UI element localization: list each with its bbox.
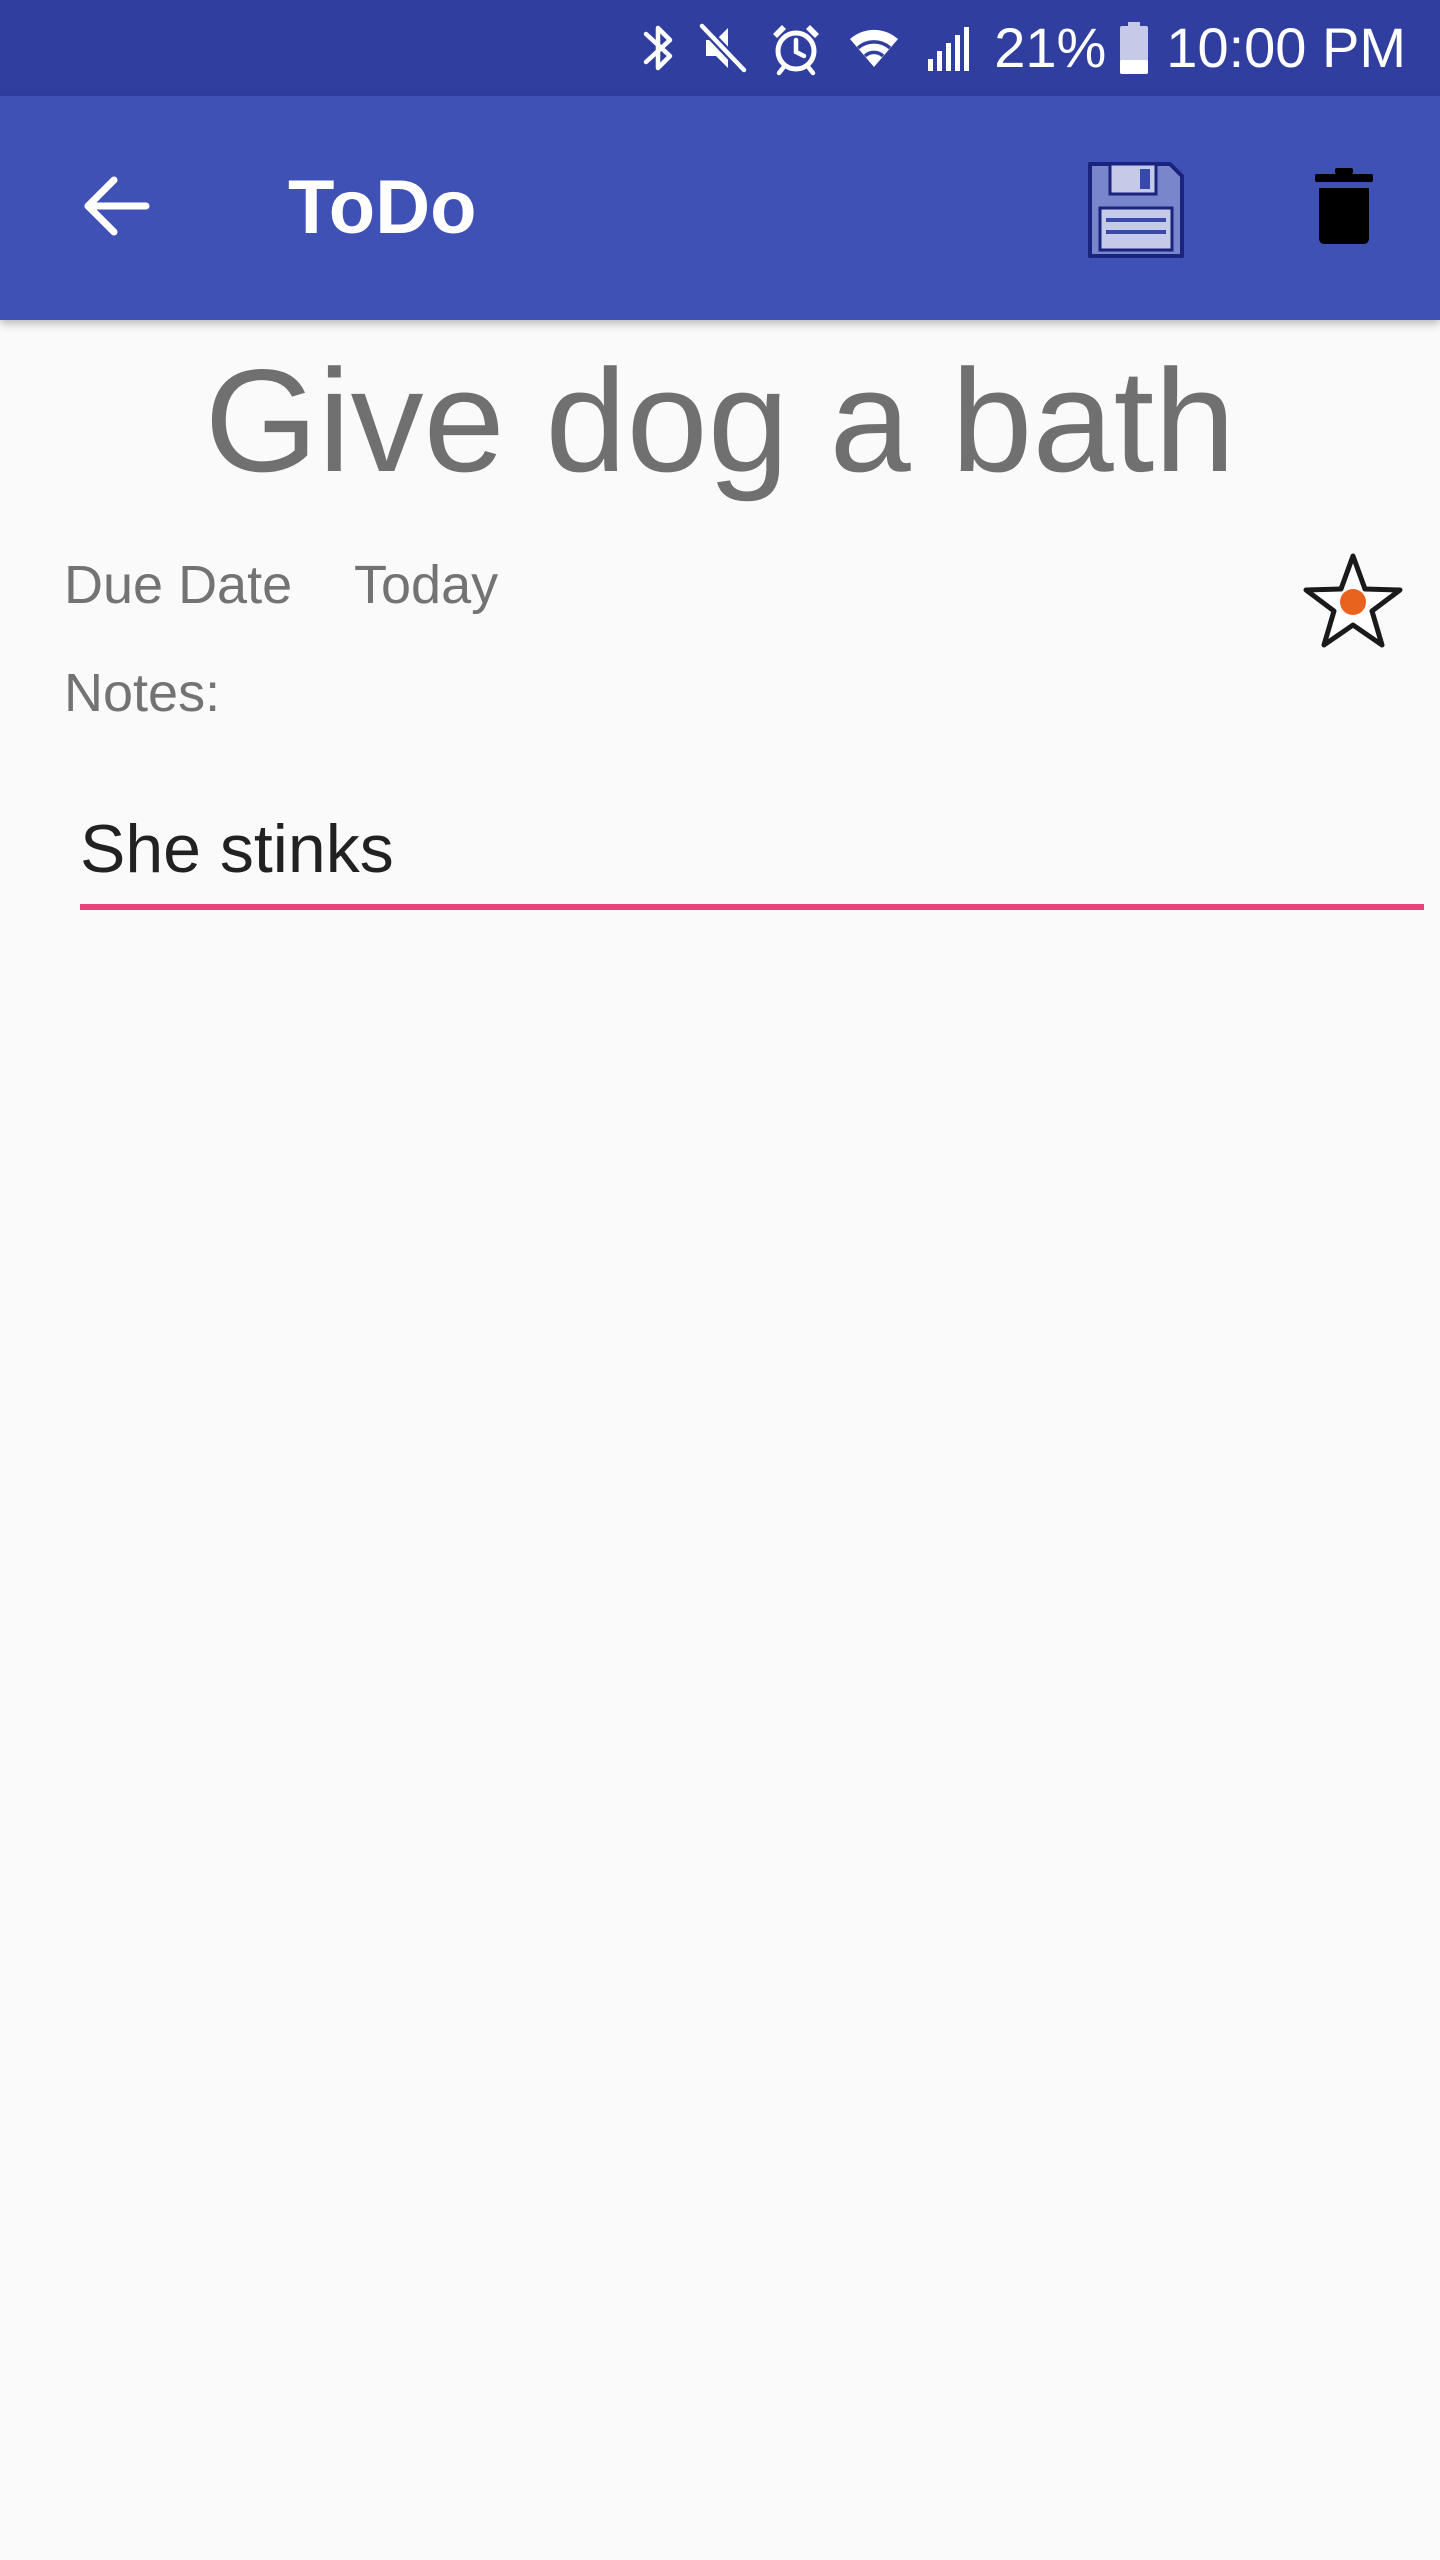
star-icon bbox=[1300, 553, 1406, 656]
alarm-icon bbox=[770, 20, 822, 76]
bluetooth-icon bbox=[642, 20, 676, 76]
battery-icon bbox=[1118, 20, 1150, 76]
battery-percent: 21% bbox=[994, 16, 1107, 79]
floppy-disk-icon bbox=[1086, 160, 1186, 264]
status-bar: 21% 10:00 PM bbox=[0, 0, 1440, 96]
priority-star-toggle[interactable] bbox=[1300, 550, 1406, 652]
arrow-left-icon bbox=[80, 174, 152, 242]
wifi-icon bbox=[844, 23, 904, 73]
delete-button[interactable] bbox=[1288, 148, 1400, 268]
due-date-value[interactable]: Today bbox=[354, 550, 498, 620]
back-button[interactable] bbox=[56, 148, 176, 268]
trash-icon bbox=[1313, 166, 1375, 250]
notes-label: Notes: bbox=[64, 663, 221, 723]
task-title[interactable]: Give dog a bath bbox=[0, 336, 1440, 506]
app-title: ToDo bbox=[288, 165, 477, 250]
notes-input[interactable]: She stinks bbox=[80, 800, 1424, 910]
app-bar: ToDo bbox=[0, 96, 1440, 320]
signal-icon bbox=[926, 23, 978, 73]
mute-icon bbox=[698, 20, 748, 76]
due-date-label: Due Date bbox=[64, 555, 293, 615]
save-button[interactable] bbox=[1072, 148, 1200, 276]
status-time: 10:00 PM bbox=[1166, 16, 1406, 79]
notes-input-value: She stinks bbox=[80, 811, 394, 887]
status-icons: 21% 10:00 PM bbox=[620, 0, 1406, 96]
